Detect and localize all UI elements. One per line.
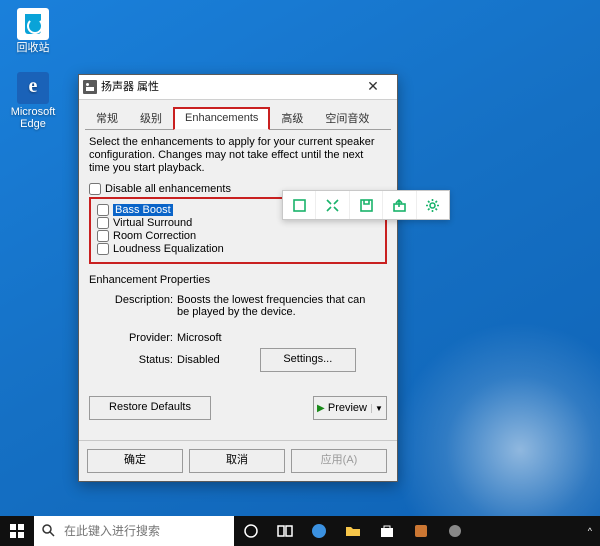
checkbox-input[interactable] [97, 243, 109, 255]
desktop-icon-recycle-bin[interactable]: 回收站 [10, 8, 56, 54]
taskbar-edge[interactable] [302, 516, 336, 546]
edge-icon [311, 523, 327, 539]
speaker-properties-dialog: 扬声器 属性 ✕ 常规 级别 Enhancements 高级 空间音效 Sele… [78, 74, 398, 482]
enhancement-label: Loudness Equalization [113, 243, 224, 255]
annotation-save-button[interactable] [350, 191, 383, 219]
status-label: Status: [97, 354, 173, 366]
windows-icon [10, 524, 24, 538]
checkbox-input[interactable] [89, 183, 101, 195]
taskbar-app[interactable] [404, 516, 438, 546]
taskbar-explorer[interactable] [336, 516, 370, 546]
taskbar-store[interactable] [370, 516, 404, 546]
description-value: Boosts the lowest frequencies that can b… [177, 294, 379, 318]
taskbar: ^ [0, 516, 600, 546]
gear-icon [425, 198, 440, 213]
status-value: Disabled [177, 354, 220, 366]
checkbox-input[interactable] [97, 230, 109, 242]
taskbar-cortana[interactable] [234, 516, 268, 546]
preview-label: Preview [328, 402, 371, 414]
save-icon [359, 198, 374, 213]
recycle-bin-icon [17, 8, 49, 40]
taskbar-task-view[interactable] [268, 516, 302, 546]
desktop-icon-edge[interactable]: MicrosoftEdge [10, 72, 56, 130]
search-input[interactable] [62, 523, 234, 539]
instructions-text: Select the enhancements to apply for you… [89, 136, 387, 175]
ok-button[interactable]: 确定 [87, 449, 183, 473]
tray-overflow-icon[interactable]: ^ [588, 526, 592, 536]
store-icon [379, 523, 395, 539]
app-icon [447, 523, 463, 539]
enhancement-label: Room Correction [113, 230, 196, 242]
annotation-toolbar[interactable] [282, 190, 450, 220]
rect-icon [292, 198, 307, 213]
tab-general[interactable]: 常规 [85, 106, 129, 129]
desktop-icon-label: 回收站 [10, 42, 56, 54]
provider-value: Microsoft [177, 332, 379, 344]
start-button[interactable] [0, 516, 34, 546]
annotation-expand-button[interactable] [316, 191, 349, 219]
settings-button[interactable]: Settings... [260, 348, 356, 372]
window-title: 扬声器 属性 [101, 75, 355, 99]
taskbar-search[interactable] [34, 516, 234, 546]
checkbox-input[interactable] [97, 217, 109, 229]
titlebar[interactable]: 扬声器 属性 ✕ [79, 75, 397, 100]
folder-icon [345, 523, 361, 539]
cancel-button[interactable]: 取消 [189, 449, 285, 473]
desktop-icon-label: MicrosoftEdge [10, 106, 56, 130]
taskbar-app2[interactable] [438, 516, 472, 546]
apply-button[interactable]: 应用(A) [291, 449, 387, 473]
enhancement-item[interactable]: Room Correction [97, 230, 379, 242]
preview-button[interactable]: ▶ Preview ▼ [313, 396, 387, 420]
tab-levels[interactable]: 级别 [129, 106, 173, 129]
search-icon [34, 523, 62, 540]
enhancement-label: Virtual Surround [113, 217, 192, 229]
annotation-settings-button[interactable] [417, 191, 449, 219]
system-tray[interactable]: ^ [580, 516, 600, 546]
checkbox-label: Disable all enhancements [105, 183, 231, 195]
expand-icon [325, 198, 340, 213]
enhancement-label: Bass Boost [113, 204, 173, 216]
close-button[interactable]: ✕ [355, 75, 391, 99]
tab-advanced[interactable]: 高级 [270, 106, 314, 129]
dialog-footer: 确定 取消 应用(A) [79, 440, 397, 481]
properties-group-title: Enhancement Properties [89, 274, 387, 286]
dropdown-icon[interactable]: ▼ [371, 404, 386, 413]
cortana-icon [243, 523, 259, 539]
enhancement-item[interactable]: Loudness Equalization [97, 243, 379, 255]
app-icon [413, 523, 429, 539]
description-label: Description: [97, 294, 173, 318]
annotation-rect-button[interactable] [283, 191, 316, 219]
provider-label: Provider: [97, 332, 173, 344]
play-icon: ▶ [314, 403, 328, 414]
speaker-icon [83, 80, 97, 94]
annotation-share-button[interactable] [383, 191, 416, 219]
edge-icon [17, 72, 49, 104]
restore-defaults-button[interactable]: Restore Defaults [89, 396, 211, 420]
task-view-icon [277, 523, 293, 539]
tab-enhancements[interactable]: Enhancements [173, 107, 270, 130]
tab-spatial[interactable]: 空间音效 [314, 106, 380, 129]
checkbox-input[interactable] [97, 204, 109, 216]
share-icon [392, 198, 407, 213]
tab-strip: 常规 级别 Enhancements 高级 空间音效 [79, 100, 397, 129]
